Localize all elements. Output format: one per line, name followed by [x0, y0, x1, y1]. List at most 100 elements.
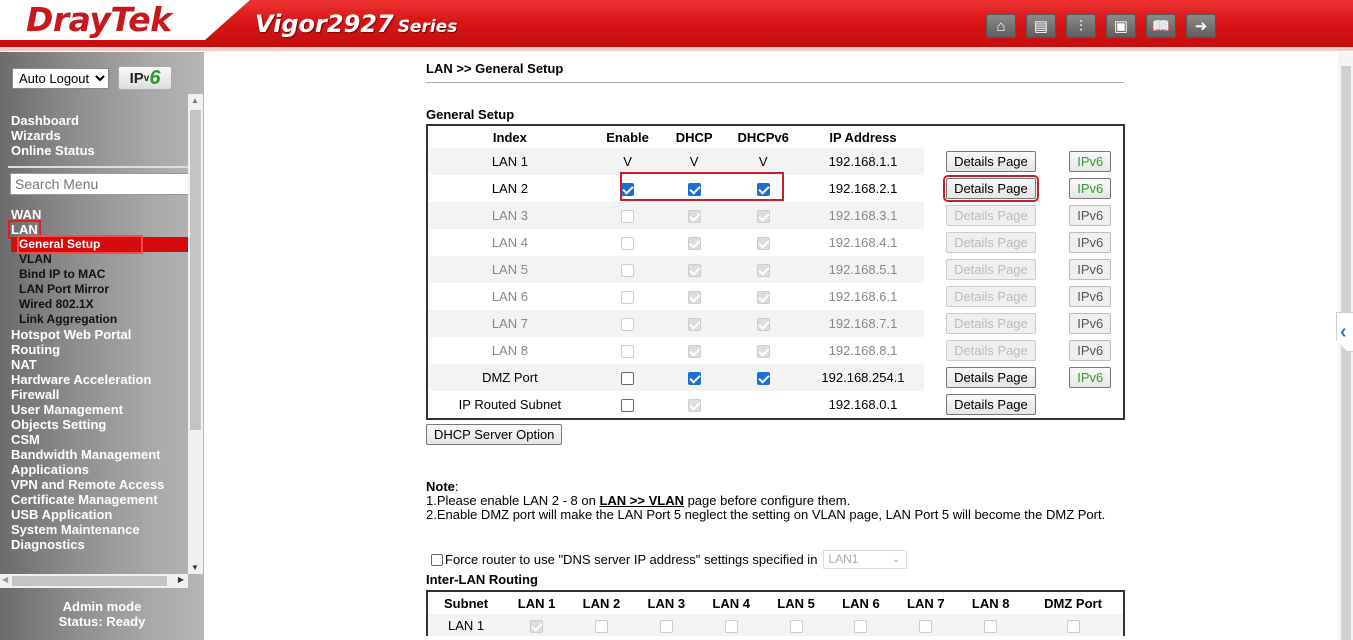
details-page-button: Details Page [946, 340, 1036, 361]
sidebar-item-firewall[interactable]: Firewall [11, 387, 188, 402]
header: DrayTek Vigor2927 Series ⌂ ▤ ⫶ ▣ 📖 ➜ [0, 0, 1353, 52]
ilr-column-header: Subnet [444, 595, 489, 611]
home-button[interactable]: ⌂ [986, 14, 1016, 38]
sidebar-subitem-bind-ip-to-mac[interactable]: Bind IP to MAC [11, 267, 188, 282]
save-button[interactable]: ▣ [1106, 14, 1136, 38]
sidebar-subitem-general-setup[interactable]: General Setup [11, 235, 188, 254]
chevron-down-icon: ⌄ [892, 554, 901, 565]
sidebar-item-online-status[interactable]: Online Status [11, 143, 95, 158]
model-series: Series [397, 17, 458, 37]
scroll-right-arrow-icon[interactable]: ▶ [178, 575, 184, 584]
sidebar-item-usb-application[interactable]: USB Application [11, 507, 188, 522]
ilr-column-header: LAN 6 [842, 595, 880, 611]
sidebar-horizontal-scrollbar[interactable]: ◀ ▶ [0, 574, 188, 588]
sidebar-item-lan-label: LAN [8, 220, 41, 239]
sidebar-item-hotspot-web-portal[interactable]: Hotspot Web Portal [11, 327, 188, 342]
sidebar-item-nat[interactable]: NAT [11, 357, 188, 372]
ilr-column-header: DMZ Port [1044, 595, 1102, 611]
scroll-up-arrow-icon[interactable]: ▲ [191, 96, 199, 105]
scroll-down-arrow-icon[interactable]: ▼ [191, 563, 199, 572]
dhcpv6-checkbox[interactable] [756, 372, 770, 386]
scroll-thumb[interactable] [190, 110, 201, 430]
inter-lan-checkbox[interactable] [789, 619, 803, 633]
table-row: LAN 3 192.168.3.1 Details Page IPv6 [428, 202, 1123, 229]
enable-checkbox[interactable] [621, 372, 635, 386]
hscroll-thumb[interactable] [12, 576, 167, 586]
inter-lan-checkbox[interactable] [1066, 619, 1080, 633]
sidebar-item-applications[interactable]: Applications [11, 462, 188, 477]
dhcpv6-cell: V [724, 148, 802, 175]
ipv6-button[interactable]: IPv6 [1069, 367, 1112, 388]
enable-checkbox [621, 318, 635, 332]
ilr-row: LAN 1 [428, 614, 1123, 636]
sidebar-item-lan[interactable]: LAN [8, 220, 188, 239]
ipv6-button[interactable]: IPv6 [1069, 259, 1112, 280]
details-page-button[interactable]: Details Page [946, 367, 1036, 388]
force-dns-checkbox[interactable] [431, 553, 443, 566]
sidebar-item-user-management[interactable]: User Management [11, 402, 188, 417]
lan-vlan-link[interactable]: LAN >> VLAN [599, 493, 684, 508]
inter-lan-checkbox[interactable] [854, 619, 868, 633]
details-page-button[interactable]: Details Page [943, 175, 1039, 202]
ipv6-toggle-button[interactable]: IP v 6 [118, 66, 172, 90]
dhcp-checkbox[interactable] [687, 372, 701, 386]
dhcp-cell [663, 229, 724, 256]
sidebar-item-wizards[interactable]: Wizards [11, 128, 95, 143]
subitem-label: LAN Port Mirror [19, 282, 109, 296]
sidebar-item-bandwidth-management[interactable]: Bandwidth Management [11, 447, 188, 462]
sidebar-item-routing[interactable]: Routing [11, 342, 188, 357]
ilr-cell [1023, 614, 1123, 636]
sidebar-item-certificate-management[interactable]: Certificate Management [11, 492, 188, 507]
sidebar-item-diagnostics[interactable]: Diagnostics [11, 537, 188, 552]
dhcpv6-cell [724, 364, 802, 391]
ipv6-button[interactable]: IPv6 [1069, 313, 1112, 334]
table-row: LAN 6 192.168.6.1 Details Page IPv6 [428, 283, 1123, 310]
logout-button[interactable]: ➜ [1186, 14, 1216, 38]
inter-lan-checkbox[interactable] [984, 619, 998, 633]
ipv6-button[interactable]: IPv6 [1069, 340, 1112, 361]
enable-checkbox [621, 264, 635, 278]
sidebar-subitem-lan-port-mirror[interactable]: LAN Port Mirror [11, 282, 188, 297]
details-page-button[interactable]: Details Page [946, 151, 1036, 172]
ipv6-button[interactable]: IPv6 [1069, 151, 1112, 172]
ilr-cell [828, 614, 894, 636]
dns-lan-select[interactable]: LAN1 ⌄ [823, 550, 908, 569]
ipv6-button[interactable]: IPv6 [1069, 178, 1112, 199]
page-scroll-thumb[interactable] [1341, 66, 1351, 640]
enable-checkbox[interactable] [621, 399, 635, 413]
sidebar-item-wan[interactable]: WAN [11, 207, 188, 222]
sidebar-item-hardware-acceleration[interactable]: Hardware Acceleration [11, 372, 188, 387]
manual-book-button[interactable]: 📖 [1146, 14, 1176, 38]
sidebar-item-objects-setting[interactable]: Objects Setting [11, 417, 188, 432]
details-page-button: Details Page [946, 205, 1036, 226]
sidebar-item-system-maintenance[interactable]: System Maintenance [11, 522, 188, 537]
sidebar-vertical-scrollbar[interactable]: ▲ ▼ [188, 94, 203, 574]
auto-logout-select[interactable]: Auto Logout [12, 67, 109, 89]
dhcpv6-checkbox [756, 237, 770, 251]
ipv6-button[interactable]: IPv6 [1069, 232, 1112, 253]
dhcp-server-option-button[interactable]: DHCP Server Option [426, 424, 563, 445]
quick-start-button[interactable]: ▤ [1026, 14, 1056, 38]
ipv6-button[interactable]: IPv6 [1069, 205, 1112, 226]
ipv6-button[interactable]: IPv6 [1069, 286, 1112, 307]
details-page-button[interactable]: Details Page [946, 394, 1036, 415]
enable-cell [592, 283, 664, 310]
sidebar-item-csm[interactable]: CSM [11, 432, 188, 447]
sidebar-subitem-link-aggregation[interactable]: Link Aggregation [11, 312, 188, 327]
search-menu-input[interactable] [10, 173, 188, 195]
details-cell: Details Page [924, 283, 1058, 310]
sidebar-item-dashboard[interactable]: Dashboard [11, 113, 95, 128]
section-title: General Setup [426, 107, 515, 122]
inter-lan-checkbox[interactable] [919, 619, 933, 633]
subnet-cell: LAN 1 [428, 614, 505, 636]
scroll-left-arrow-icon[interactable]: ◀ [2, 575, 8, 584]
force-dns-row: Force router to use "DNS server IP addre… [431, 550, 908, 569]
sidebar-item-vpn-and-remote-access[interactable]: VPN and Remote Access [11, 477, 188, 492]
settings-sliders-button[interactable]: ⫶ [1066, 14, 1096, 38]
sidebar-subitem-vlan[interactable]: VLAN [11, 252, 188, 267]
ilr-cell [958, 614, 1024, 636]
inter-lan-checkbox[interactable] [724, 619, 738, 633]
inter-lan-checkbox[interactable] [594, 619, 608, 633]
sidebar-subitem-wired-802-1x[interactable]: Wired 802.1X [11, 297, 188, 312]
inter-lan-checkbox[interactable] [659, 619, 673, 633]
